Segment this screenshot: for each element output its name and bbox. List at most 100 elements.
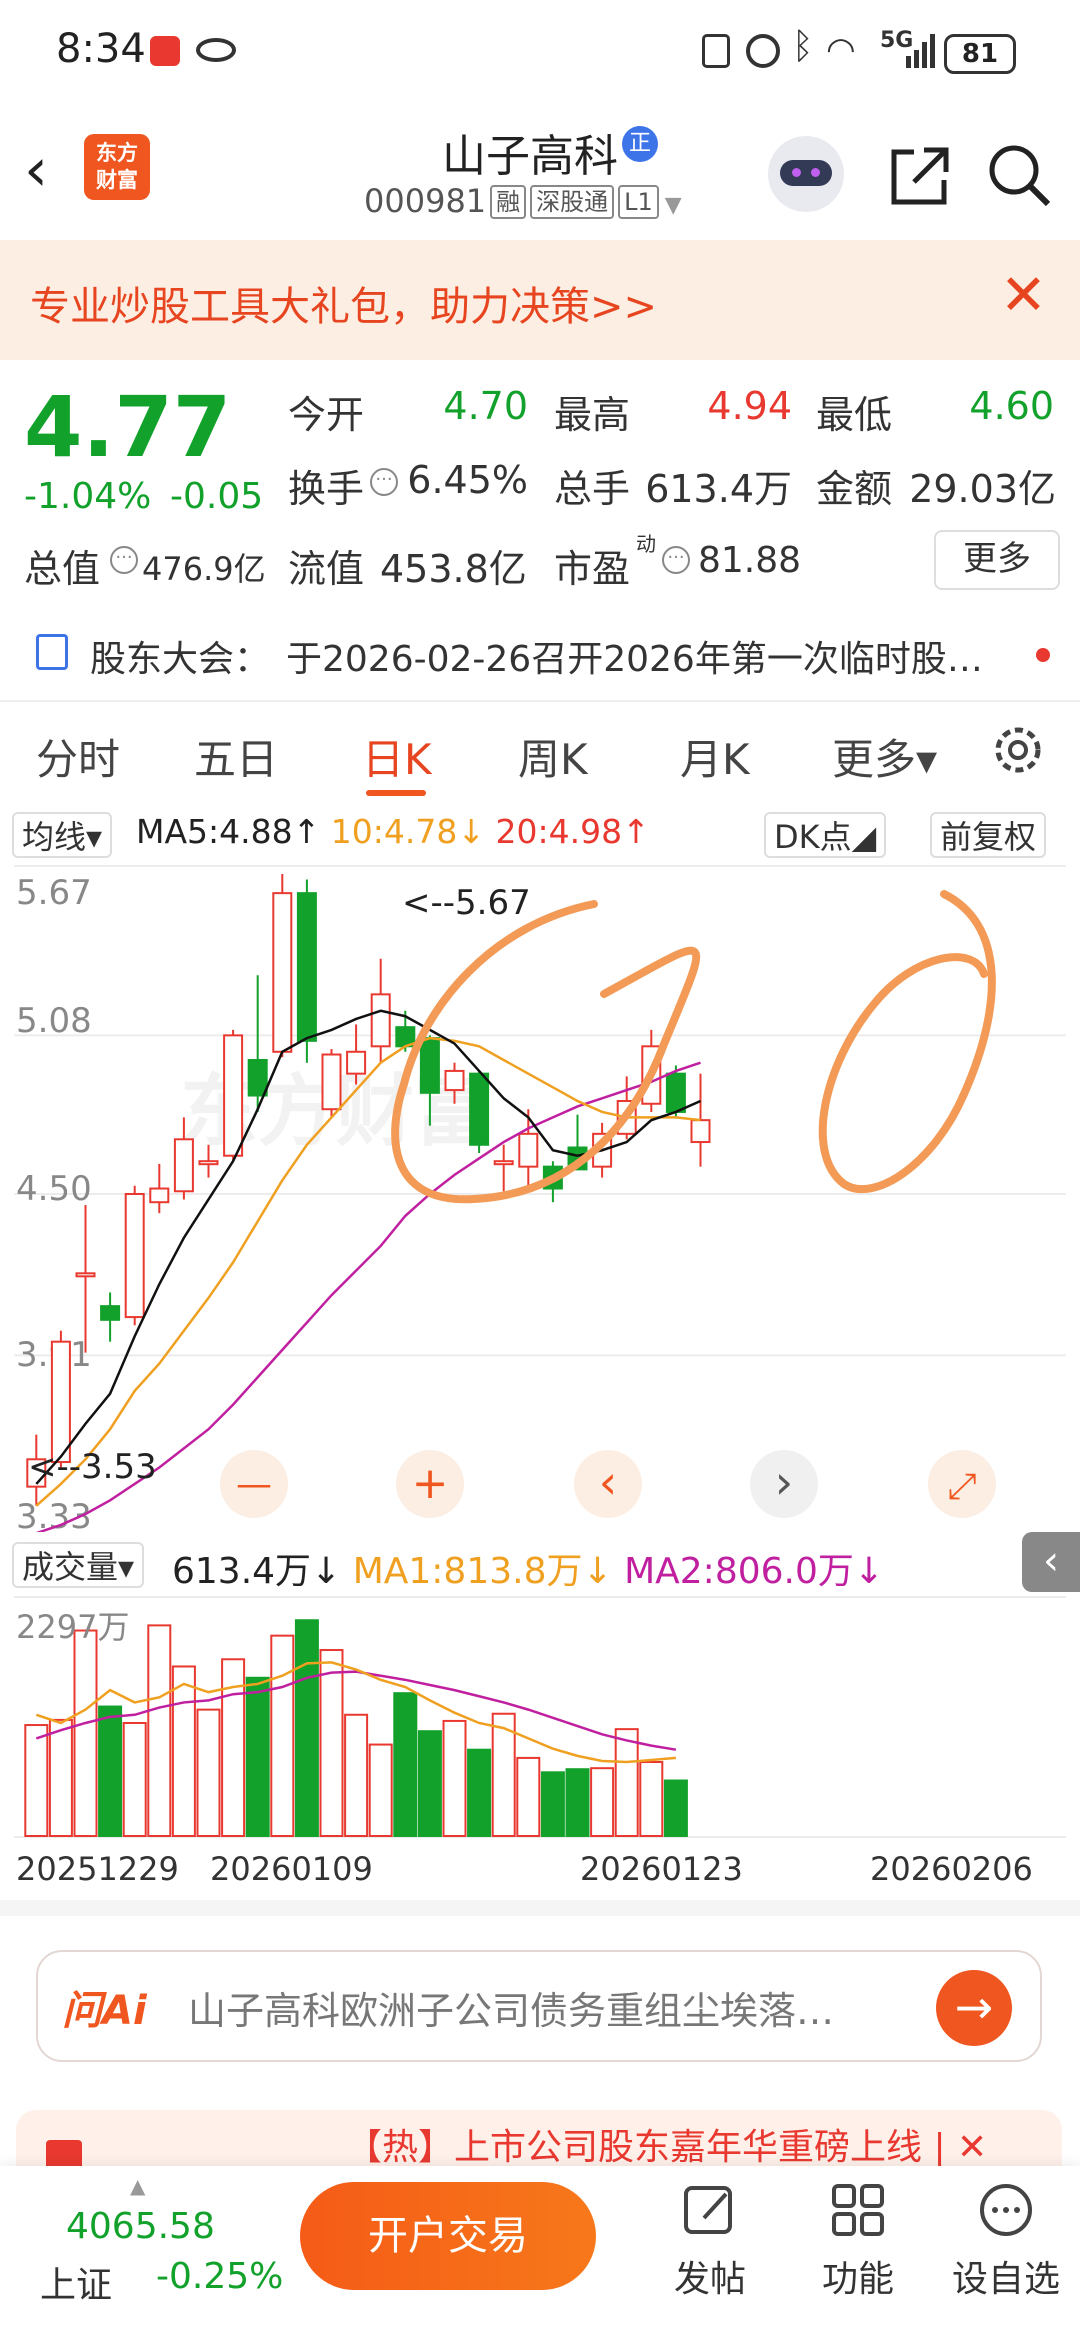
dropdown-icon: ▼ — [664, 193, 682, 218]
left-label: ‹ — [599, 1455, 617, 1509]
volume-bar — [393, 1692, 418, 1837]
adjust-button[interactable]: 前复权 — [930, 812, 1047, 858]
nav-function[interactable]: 功能 — [798, 2180, 918, 2302]
ma5-value: MA5:4.88↑ — [136, 812, 321, 851]
candle-body — [665, 1072, 686, 1113]
volume-bar — [368, 1743, 393, 1837]
mktcap-value: 476.9亿 — [142, 550, 266, 588]
high-annotation: <--5.67 — [402, 883, 531, 923]
nav-watchlist[interactable]: 设自选 — [946, 2180, 1066, 2302]
tab-intraday[interactable]: 分时 — [36, 726, 120, 787]
amount-value: 29.03亿 — [909, 467, 1056, 511]
promo-text: 专业炒股工具大礼包，助力决策>> — [30, 284, 658, 330]
volume-bars — [24, 1619, 688, 1838]
right-label: › — [775, 1455, 793, 1509]
volume-bar — [171, 1665, 196, 1837]
expand-button[interactable]: ⤢ — [928, 1450, 996, 1518]
volume-bar — [467, 1748, 492, 1837]
section-divider — [0, 1900, 1080, 1916]
volume-value: 613.4万 — [645, 467, 792, 511]
robot-assistant-icon[interactable] — [768, 136, 844, 212]
gear-icon[interactable] — [990, 722, 1046, 778]
ma-header: 均线▾ MA5:4.88↑ 10:4.78↓ 20:4.98↑ DK点◢ 前复权 — [0, 806, 1080, 862]
ai-question-box[interactable]: 问Ai 山子高科欧洲子公司债务重组尘埃落… → — [36, 1950, 1042, 2062]
zoom-out-button[interactable]: — — [220, 1450, 288, 1518]
edit-icon — [684, 2186, 732, 2234]
collapse-button[interactable]: ‹ — [1022, 1532, 1080, 1592]
scroll-right-button[interactable]: › — [750, 1450, 818, 1518]
code-row[interactable]: 000981 融深股通 L1 ▼ — [364, 182, 682, 220]
back-button[interactable]: ‹ — [24, 140, 74, 200]
hand-drawn-circle — [818, 890, 996, 1193]
volume-bar — [565, 1768, 590, 1837]
volume-bar — [344, 1713, 369, 1837]
grid-icon — [832, 2184, 884, 2236]
share-icon[interactable] — [884, 140, 954, 210]
high-label: 最高 — [554, 393, 631, 437]
candle-body — [50, 1340, 71, 1464]
tab-more[interactable]: 更多▾ — [832, 726, 937, 787]
ai-logo: 问Ai — [62, 1988, 147, 2034]
candle-body — [469, 1072, 490, 1146]
y-tick-label: 5.67 — [16, 873, 92, 913]
volume-chart[interactable]: 2297万 — [14, 1596, 1066, 1838]
candle-body — [690, 1119, 711, 1144]
tab-five-day[interactable]: 五日 — [194, 726, 278, 787]
chart-grid — [14, 865, 1066, 1357]
date-label: 20260123 — [580, 1850, 743, 1888]
zoom-in-button[interactable]: + — [396, 1450, 464, 1518]
arrow-right-icon[interactable]: → — [936, 1970, 1012, 2046]
news-banner[interactable]: 【热】上市公司股东嘉年华重磅上线 | ✕ — [16, 2110, 1062, 2170]
volume-bar — [98, 1705, 123, 1837]
info-icon[interactable]: ··· — [370, 468, 398, 496]
volume-bar — [417, 1730, 442, 1837]
news-text: 【热】上市公司股东嘉年华重磅上线 | ✕ — [346, 2127, 988, 2168]
volume-bar — [245, 1676, 270, 1837]
candle-body — [493, 1160, 514, 1166]
promo-banner[interactable]: 专业炒股工具大礼包，助力决策>> ✕ — [0, 240, 1080, 360]
nfc-icon — [702, 34, 730, 68]
trade-button[interactable]: 开户交易 — [300, 2182, 596, 2290]
info-icon[interactable]: ··· — [662, 546, 690, 574]
volume-bar — [196, 1708, 221, 1837]
volume-current: 613.4万↓ — [172, 1551, 342, 1592]
kline-chart[interactable]: 5.67 5.08 4.50 3.91 3.33 东方财富 <--5.67 <-… — [14, 864, 1066, 1532]
info-icon[interactable]: ··· — [110, 546, 138, 574]
volume-select[interactable]: 成交量▾ — [12, 1542, 145, 1588]
volume-bar — [294, 1619, 319, 1838]
tab-monthly-k[interactable]: 月K — [680, 726, 750, 787]
change-amount: -0.05 — [170, 476, 264, 517]
more-button[interactable]: 更多 — [934, 530, 1060, 590]
volume-max-label: 2297万 — [16, 1608, 129, 1646]
tab-weekly-k[interactable]: 周K — [518, 726, 588, 787]
close-icon[interactable]: ✕ — [1000, 266, 1047, 326]
nav-post[interactable]: 发帖 — [650, 2180, 770, 2302]
divider — [0, 700, 1080, 702]
nav-label: 功能 — [821, 2259, 894, 2300]
volume-bar — [319, 1649, 344, 1837]
volume-bar — [516, 1756, 541, 1837]
scroll-left-button[interactable]: ‹ — [574, 1450, 642, 1518]
meeting-label: 股东大会： — [90, 639, 271, 680]
document-icon — [36, 634, 68, 670]
turnover-value: 6.45% — [407, 458, 528, 502]
candle-body — [346, 1050, 367, 1075]
search-icon[interactable] — [984, 140, 1054, 210]
ma-select[interactable]: 均线▾ — [12, 812, 113, 858]
meeting-text: 于2026-02-26召开2026年第一次临时股… — [286, 639, 983, 680]
meeting-notice[interactable]: 股东大会： 于2026-02-26召开2026年第一次临时股… — [0, 620, 1080, 690]
index-change: -0.25% — [156, 2256, 284, 2297]
unread-dot — [1036, 648, 1050, 662]
margin-tag: 融 — [490, 185, 527, 219]
expand-up-icon[interactable]: ▲ — [130, 2174, 145, 2198]
candle-body — [272, 892, 293, 1053]
low-annotation: <--3.53 — [28, 1447, 157, 1487]
candle-body — [247, 1058, 268, 1097]
stock-header: ‹ 东方 财富 山子高科 正 000981 融深股通 L1 ▼ — [0, 100, 1080, 240]
candle-body — [518, 1132, 539, 1168]
tab-daily-k[interactable]: 日K — [362, 726, 432, 787]
candle-body — [149, 1187, 170, 1204]
dk-point-button[interactable]: DK点◢ — [764, 812, 887, 858]
open-label: 今开 — [288, 393, 365, 437]
index-value[interactable]: 4065.58 — [66, 2206, 215, 2247]
